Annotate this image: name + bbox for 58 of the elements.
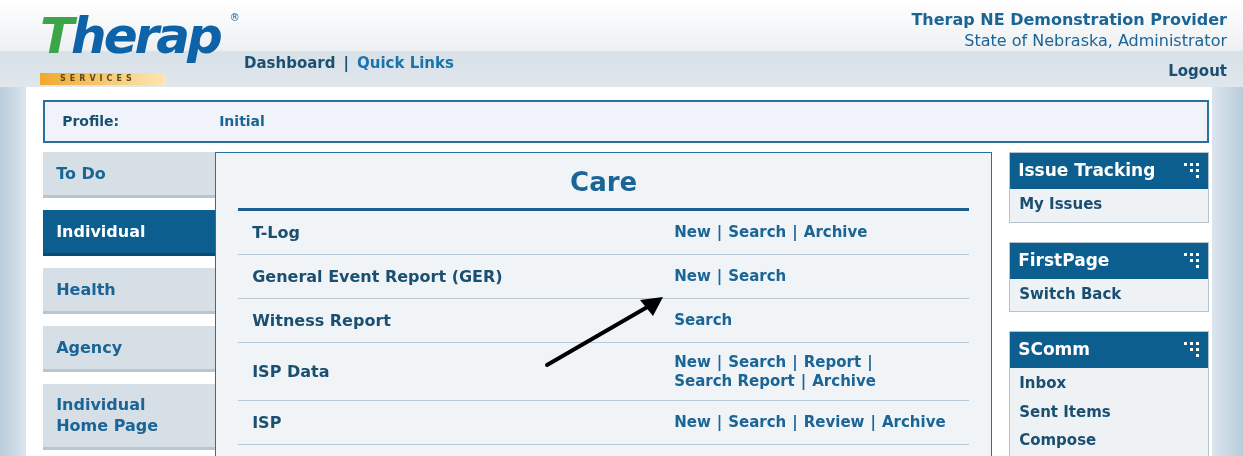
action-link[interactable]: Search [728,352,787,371]
separator: | [867,352,873,371]
sidebar-tab[interactable]: To Do [43,152,216,198]
action-link[interactable]: New [674,413,711,432]
panel-title: Care [569,167,639,199]
logo-text: Therap [40,6,222,66]
separator: | [716,267,723,286]
sidebar-tab[interactable]: Agency [43,326,216,372]
widget-link[interactable]: Sent Items [1019,400,1200,423]
profile-label: Profile: [62,112,121,131]
module-name: ISP [252,411,283,434]
separator: | [792,352,798,371]
action-link[interactable]: Search [728,267,787,286]
nav-link[interactable]: Quick Links [356,52,454,75]
action-link[interactable]: Report [803,352,862,371]
module-name: T-Log [252,221,301,244]
provider-name: Therap NE Demonstration Provider [911,9,1227,31]
separator: | [343,53,349,74]
action-link[interactable]: New [674,223,711,242]
widget-link[interactable]: Inbox [1019,372,1200,395]
action-link[interactable]: Search [674,311,733,330]
action-link[interactable]: Search Report [674,371,795,390]
action-link[interactable]: Review [803,413,865,432]
widget-link[interactable]: My Issues [1019,193,1200,216]
grip-icon[interactable] [1184,252,1201,269]
nav-link[interactable]: Dashboard [244,52,336,75]
sidebar-tab[interactable]: Individual Home Page [43,384,216,450]
action-link[interactable]: Archive [803,223,868,242]
separator: | [792,413,798,432]
action-link[interactable]: New [674,352,711,371]
module-name: ISP Data [252,360,331,383]
registered-mark: ® [229,11,240,25]
grip-icon[interactable] [1184,342,1201,358]
separator: | [800,371,807,390]
action-link[interactable]: Archive [812,371,876,390]
action-link[interactable]: Search [728,413,787,432]
separator: | [716,352,723,371]
widget-link[interactable]: Compose [1019,429,1200,452]
separator: | [870,413,876,432]
widget-title: Issue Tracking [1018,159,1156,183]
logo-tagline: SERVICES [40,73,166,85]
grip-icon[interactable] [1184,163,1201,179]
sidebar-tab[interactable]: Health [43,268,216,314]
widget-title: FirstPage [1018,248,1110,272]
logout-link[interactable]: Logout [1168,59,1227,83]
action-link[interactable]: Search [728,223,787,242]
action-link[interactable]: New [674,267,711,286]
sidebar-tab[interactable]: Individual [43,210,216,256]
widget-link[interactable]: Switch Back [1019,282,1200,305]
action-link[interactable]: Archive [881,413,946,432]
module-name: Witness Report [252,309,392,332]
profile-value: Initial [219,112,265,131]
module-name: General Event Report (GER) [252,265,504,288]
separator: | [716,413,723,432]
widget-title: SComm [1018,338,1090,362]
separator: | [716,223,723,242]
user-role: State of Nebraska, Administrator [963,32,1227,50]
separator: | [792,223,798,242]
